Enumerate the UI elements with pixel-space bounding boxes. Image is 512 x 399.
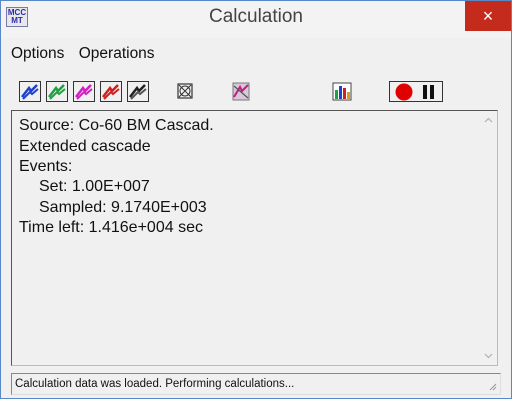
record-icon[interactable]	[391, 82, 417, 101]
status-text: Calculation data was loaded. Performing …	[15, 378, 295, 390]
close-button[interactable]: ×	[465, 1, 511, 31]
title-bar[interactable]: MCC MT Calculation ×	[1, 1, 511, 38]
calculation-window: MCCMT Calculation × Options Operations	[0, 0, 512, 399]
record-pause-group	[389, 81, 443, 102]
menu-operations[interactable]: Operations	[79, 43, 155, 65]
events-sampled: Sampled: 9.1740E+003	[39, 199, 207, 216]
spectrum-blue-icon	[21, 84, 39, 100]
time-left: Time left: 1.416e+004 sec	[19, 219, 203, 236]
pause-icon[interactable]	[418, 82, 442, 101]
menu-options[interactable]: Options	[11, 43, 64, 65]
scroll-up-icon[interactable]	[483, 115, 494, 126]
resize-grip-icon[interactable]	[487, 381, 497, 391]
spectrum-magenta-icon	[75, 84, 93, 100]
spectrum-disabled-icon	[232, 82, 250, 101]
spectrum-green-button[interactable]	[46, 81, 68, 102]
scroll-down-icon[interactable]	[483, 350, 494, 361]
spectrum-magenta-button[interactable]	[73, 81, 95, 102]
status-bar: Calculation data was loaded. Performing …	[11, 373, 501, 395]
events-set: Set: 1.00E+007	[39, 178, 150, 195]
spectrum-red-icon	[102, 84, 120, 100]
menu-bar: Options Operations	[11, 43, 165, 65]
clear-button[interactable]	[174, 81, 196, 102]
spectrum-blue-button[interactable]	[19, 81, 41, 102]
cross-box-icon	[177, 83, 193, 99]
histogram-button[interactable]	[331, 81, 353, 102]
source-line: Source: Co-60 BM Cascad.	[19, 117, 214, 134]
cascade-line: Extended cascade	[19, 138, 151, 155]
vertical-scrollbar[interactable]	[480, 111, 497, 365]
spectrum-black-button[interactable]	[127, 81, 149, 102]
events-heading: Events:	[19, 158, 73, 175]
window-title: Calculation	[209, 6, 303, 27]
spectrum-green-icon	[48, 84, 66, 100]
spectrum-disabled-button[interactable]	[230, 81, 252, 102]
histogram-icon	[332, 82, 352, 101]
close-icon: ×	[482, 6, 494, 26]
spectrum-red-button[interactable]	[100, 81, 122, 102]
calculation-output: Source: Co-60 BM Cascad. Extended cascad…	[11, 110, 498, 366]
spectrum-black-icon	[129, 84, 147, 100]
